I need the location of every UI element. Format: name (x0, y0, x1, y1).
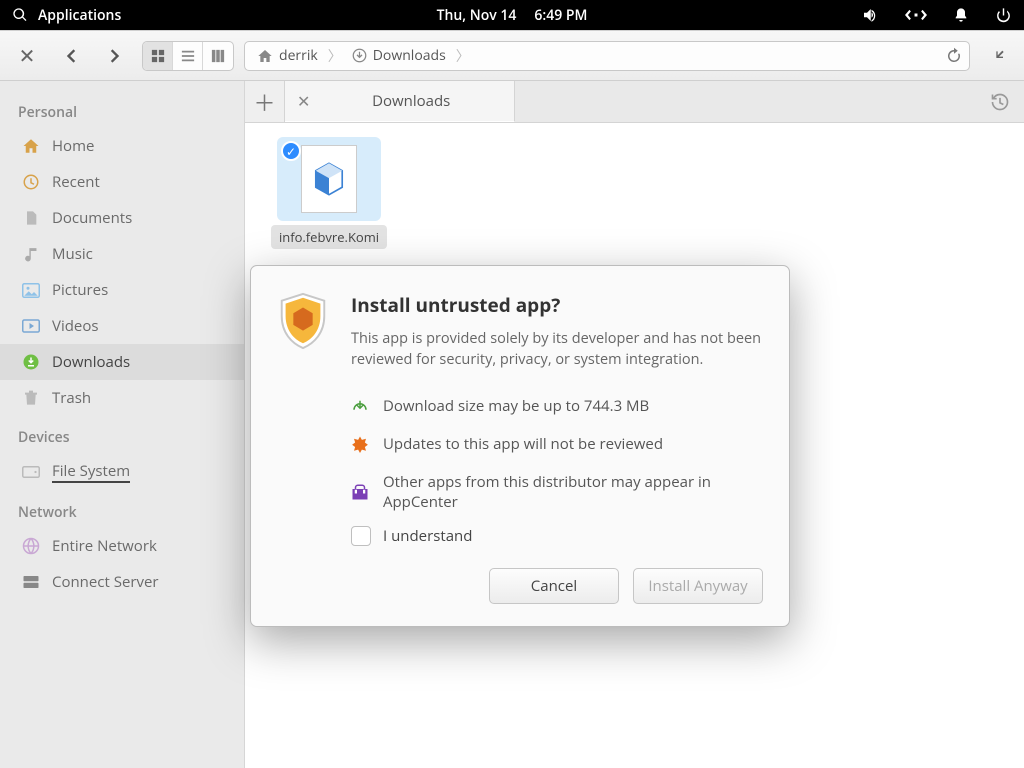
cancel-button-label: Cancel (531, 576, 577, 596)
install-untrusted-dialog: Install untrusted app? This app is provi… (250, 265, 790, 627)
dialog-item-label: Download size may be up to 744.3 MB (383, 396, 649, 416)
modal-scrim: Install untrusted app? This app is provi… (0, 0, 1024, 768)
understand-checkbox-row[interactable]: I understand (351, 526, 763, 546)
updates-warning-icon (351, 435, 369, 453)
install-anyway-button[interactable]: Install Anyway (633, 568, 763, 604)
dialog-item-appcenter: Other apps from this distributor may app… (351, 472, 763, 512)
install-button-label: Install Anyway (648, 576, 747, 596)
understand-label: I understand (383, 526, 472, 546)
understand-checkbox[interactable] (351, 526, 371, 546)
appcenter-icon (351, 483, 369, 501)
dialog-item-download-size: Download size may be up to 744.3 MB (351, 396, 763, 416)
download-size-icon (351, 397, 369, 415)
dialog-item-label: Updates to this app will not be reviewed (383, 434, 663, 454)
dialog-item-label: Other apps from this distributor may app… (383, 472, 763, 512)
dialog-subtitle: This app is provided solely by its devel… (351, 328, 763, 370)
shield-warning-icon (277, 292, 329, 350)
dialog-title: Install untrusted app? (351, 292, 763, 318)
cancel-button[interactable]: Cancel (489, 568, 619, 604)
dialog-item-updates: Updates to this app will not be reviewed (351, 434, 763, 454)
